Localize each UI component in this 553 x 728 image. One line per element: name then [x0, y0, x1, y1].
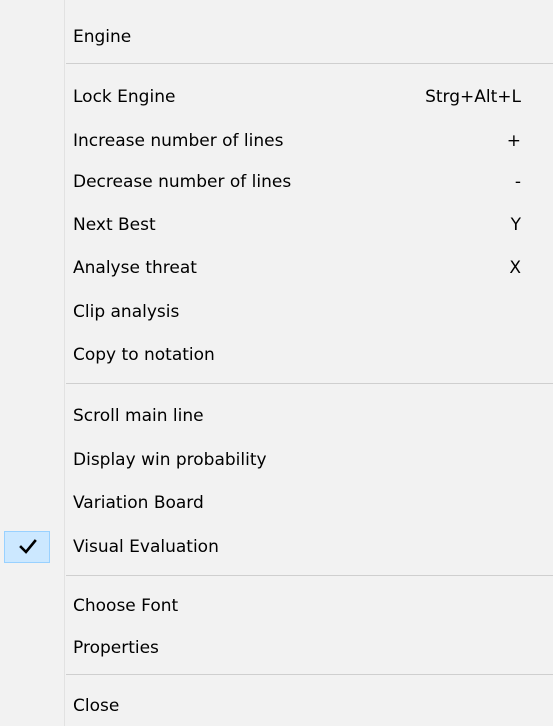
menu-item-increase-lines[interactable]: Increase number of lines +	[0, 119, 553, 163]
menu-item-label: Increase number of lines	[73, 131, 284, 151]
menu-item-label: Display win probability	[73, 450, 267, 470]
menu-item-label: Decrease number of lines	[73, 172, 292, 192]
menu-item-scroll-main-line[interactable]: Scroll main line	[0, 394, 553, 438]
menu-item-clip-analysis[interactable]: Clip analysis	[0, 290, 553, 334]
checkmark-icon	[19, 539, 37, 554]
menu-item-choose-font[interactable]: Choose Font	[0, 584, 553, 628]
checked-indicator	[4, 531, 50, 563]
menu-item-variation-board[interactable]: Variation Board	[0, 481, 553, 525]
menu-separator	[66, 674, 553, 675]
menu-item-shortcut: -	[514, 172, 521, 192]
menu-item-engine[interactable]: Engine	[0, 15, 553, 59]
menu-separator	[66, 63, 553, 64]
menu-item-label: Clip analysis	[73, 302, 180, 322]
menu-item-label: Variation Board	[73, 493, 204, 513]
context-menu: Engine Lock Engine Strg+Alt+L Increase n…	[0, 0, 553, 726]
menu-item-shortcut: Y	[510, 215, 521, 235]
menu-item-shortcut: +	[506, 131, 521, 151]
menu-item-label: Properties	[73, 638, 159, 658]
menu-item-visual-evaluation[interactable]: Visual Evaluation	[0, 525, 553, 569]
menu-item-close[interactable]: Close	[0, 684, 553, 728]
menu-item-label: Copy to notation	[73, 345, 215, 365]
menu-item-next-best[interactable]: Next Best Y	[0, 203, 553, 247]
menu-item-label: Next Best	[73, 215, 156, 235]
menu-item-decrease-lines[interactable]: Decrease number of lines -	[0, 160, 553, 204]
menu-item-shortcut: Strg+Alt+L	[425, 87, 521, 107]
menu-item-label: Engine	[73, 27, 132, 47]
menu-separator	[66, 575, 553, 576]
menu-item-lock-engine[interactable]: Lock Engine Strg+Alt+L	[0, 75, 553, 119]
menu-item-label: Close	[73, 696, 120, 716]
menu-item-label: Analyse threat	[73, 258, 197, 278]
menu-item-shortcut: X	[509, 258, 521, 278]
menu-item-display-win-probability[interactable]: Display win probability	[0, 438, 553, 482]
menu-item-label: Lock Engine	[73, 87, 176, 107]
menu-item-properties[interactable]: Properties	[0, 626, 553, 670]
menu-item-analyse-threat[interactable]: Analyse threat X	[0, 246, 553, 290]
menu-item-label: Choose Font	[73, 596, 179, 616]
menu-item-label: Scroll main line	[73, 406, 204, 426]
menu-item-copy-to-notation[interactable]: Copy to notation	[0, 333, 553, 377]
menu-separator	[66, 383, 553, 384]
menu-item-label: Visual Evaluation	[73, 537, 219, 557]
